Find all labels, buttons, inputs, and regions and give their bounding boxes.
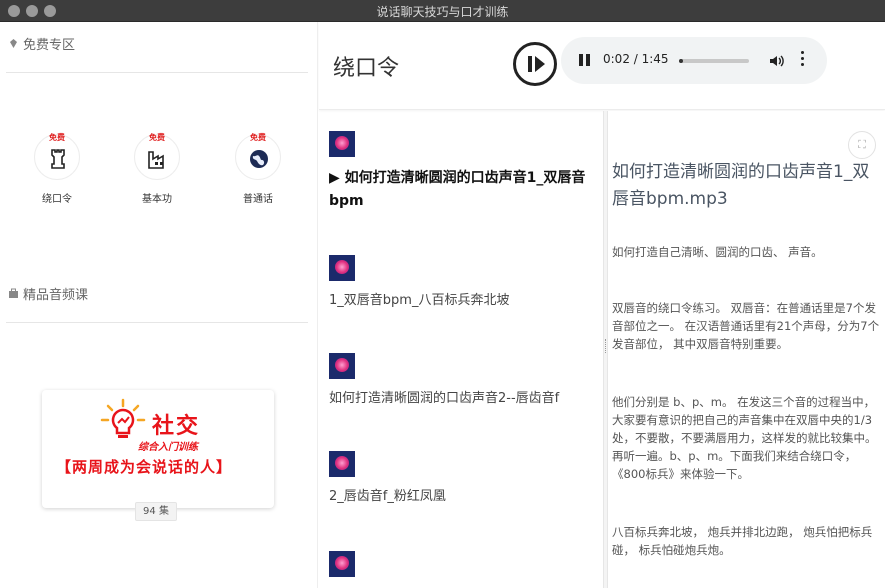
free-section-header: 免费专区 <box>8 34 75 53</box>
sidebar: 免费专区 免费 绕口令 免费 基本功 免费 普通话 精品音频课 社交 综合入门训… <box>0 22 318 588</box>
audio-player: 0:02 / 1:45 <box>561 37 827 84</box>
fullscreen-icon[interactable]: ⛶ <box>848 131 876 159</box>
free-badge: 免费 <box>250 133 266 142</box>
content-header: 绕口令 0:02 / 1:45 <box>319 22 885 110</box>
episode-thumbnail <box>329 551 355 577</box>
chess-rook-icon <box>51 149 65 169</box>
list-item[interactable]: ▶ 如何打造清晰圆润的口齿声音1_双唇音bpm <box>329 131 599 213</box>
free-badge: 免费 <box>149 133 165 142</box>
page-title: 绕口令 <box>333 56 400 81</box>
free-item-icon-circle: 免费 <box>34 133 80 180</box>
free-item-jibengong[interactable]: 免费 基本功 <box>122 133 192 205</box>
player-time: 0:02 / 1:45 <box>603 52 669 66</box>
volume-icon[interactable] <box>769 53 785 69</box>
detail-paragraph: 八百标兵奔北坡， 炮兵并排北边跑， 炮兵怕把标兵碰， 标兵怕碰炮兵炮。 <box>612 525 873 557</box>
free-item-icon-circle: 免费 <box>134 133 180 180</box>
episode-detail: ⛶ 如何打造清晰圆润的口齿声音1_双唇音bpm.mp3 如何打造自己清晰、圆润的… <box>608 111 885 588</box>
list-item[interactable]: 2_唇齿音f_粉红凤凰 <box>329 451 599 507</box>
episode-title: 如何打造清晰圆润的口齿声音2--唇齿音f <box>329 391 560 406</box>
detail-title: 如何打造清晰圆润的口齿声音1_双唇音bpm.mp3 <box>612 162 870 209</box>
free-item-label: 基本功 <box>142 194 172 205</box>
splitter-grip <box>605 339 607 353</box>
episode-count-badge: 94 集 <box>135 502 177 521</box>
detail-paragraph: 如何打造自己清晰、圆润的口齿、 声音。 <box>612 245 823 259</box>
banner-subtitle: 综合入门训练 <box>138 442 198 453</box>
free-item-label: 普通话 <box>243 194 273 205</box>
list-item[interactable]: 如何打造清晰圆润的口齿声音2--唇齿音f <box>329 353 599 409</box>
factory-icon <box>148 151 164 169</box>
free-badge: 免费 <box>49 133 65 142</box>
window-titlebar: 说话聊天技巧与口才训练 <box>0 0 885 22</box>
free-section-title: 免费专区 <box>23 38 76 53</box>
play-pause-big-button[interactable] <box>513 42 557 86</box>
banner-title: 社交 <box>152 414 201 439</box>
seek-progress <box>679 59 684 63</box>
tag-icon <box>10 39 17 48</box>
episode-title: 1_双唇音bpm_八百标兵奔北坡 <box>329 293 510 308</box>
episode-thumbnail <box>329 255 355 281</box>
pause-icon[interactable] <box>579 54 591 66</box>
free-item-putonghua[interactable]: 免费 普通话 <box>223 133 293 205</box>
episode-list: ▶ 如何打造清晰圆润的口齿声音1_双唇音bpm 1_双唇音bpm_八百标兵奔北坡… <box>319 111 603 588</box>
window-title: 说话聊天技巧与口才训练 <box>376 5 509 19</box>
section-divider <box>6 322 308 323</box>
free-item-icon-circle: 免费 <box>235 133 281 180</box>
play-pause-icon <box>528 56 545 72</box>
banner-tagline: 【两周成为会说话的人】 <box>56 458 233 476</box>
list-item[interactable]: 1_双唇音bpm_八百标兵奔北坡 <box>329 255 599 311</box>
episode-title: ▶ 如何打造清晰圆润的口齿声音1_双唇音bpm <box>329 170 586 209</box>
globe-icon <box>250 150 268 168</box>
episode-title: 2_唇齿音f_粉红凤凰 <box>329 489 446 504</box>
detail-paragraph: 他们分别是 b、p、m。 在发这三个音的过程当中， 大家要有意识的把自己的声音集… <box>612 395 877 481</box>
premium-section-header: 精品音频课 <box>8 284 88 303</box>
episode-thumbnail <box>329 353 355 379</box>
list-item[interactable] <box>329 551 599 587</box>
detail-paragraph: 双唇音的绕口令练习。 双唇音：在普通话里是7个发音部位之一。 在汉语普通话里有2… <box>612 301 880 351</box>
free-item-raokouling[interactable]: 免费 绕口令 <box>22 133 92 205</box>
premium-section-title: 精品音频课 <box>23 288 89 303</box>
episode-thumbnail <box>329 131 355 157</box>
section-divider <box>6 72 308 73</box>
more-options-icon[interactable] <box>801 51 805 69</box>
seek-slider[interactable] <box>679 59 749 63</box>
course-banner[interactable]: 社交 综合入门训练 【两周成为会说话的人】 <box>42 390 274 508</box>
episode-thumbnail <box>329 451 355 477</box>
briefcase-icon <box>9 288 18 298</box>
free-item-label: 绕口令 <box>42 194 72 205</box>
